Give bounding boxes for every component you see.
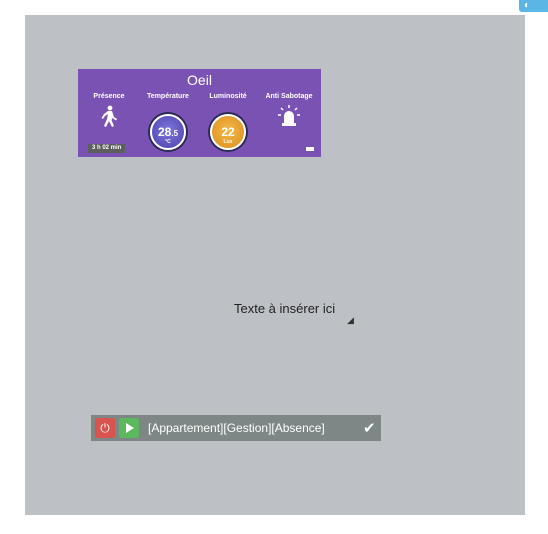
temperature-column: Température [142,93,194,100]
luminosity-label: Luminosité [209,93,247,100]
presence-duration-badge: 3 h 02 min [88,144,126,153]
power-icon: ⏻ [100,421,110,435]
text-box[interactable]: Texte à insérer ici [234,301,335,316]
luminosity-unit: Lux [223,139,233,145]
resize-handle-icon[interactable]: ◢ [347,315,354,326]
battery-icon [306,147,314,151]
anti-sabotage-column: Anti Sabotage [261,93,317,130]
design-canvas[interactable]: Oeil Présence Température 28.5 °C Lumino… [25,15,525,515]
presence-label: Présence [93,93,125,100]
luminosity-gauge: 22 Lux [210,114,246,150]
refresh-icon: ◐ [524,0,531,11]
check-icon[interactable]: ✔ [363,419,376,437]
anti-sabotage-label: Anti Sabotage [265,93,313,100]
corner-action-button[interactable]: ◐ [519,0,548,12]
scenario-widget[interactable]: ⏻ [Appartement][Gestion][Absence] ✔ [91,415,381,441]
presence-column: Présence [83,93,135,131]
widget-title: Oeil [187,72,212,88]
temperature-unit: °C [165,139,171,145]
stop-scenario-button[interactable]: ⏻ [95,418,115,438]
run-scenario-button[interactable] [119,418,139,438]
temperature-gauge: 28.5 °C [150,114,186,150]
scenario-label: [Appartement][Gestion][Absence] [148,421,325,435]
sensor-widget[interactable]: Oeil Présence Température 28.5 °C Lumino… [78,69,321,157]
luminosity-value: 22 [221,125,235,139]
alarm-light-icon [278,105,300,126]
temperature-value: 28.5 [157,125,179,139]
temperature-label: Température [147,93,189,100]
walking-person-icon [101,105,117,127]
luminosity-column: Luminosité [202,93,254,100]
